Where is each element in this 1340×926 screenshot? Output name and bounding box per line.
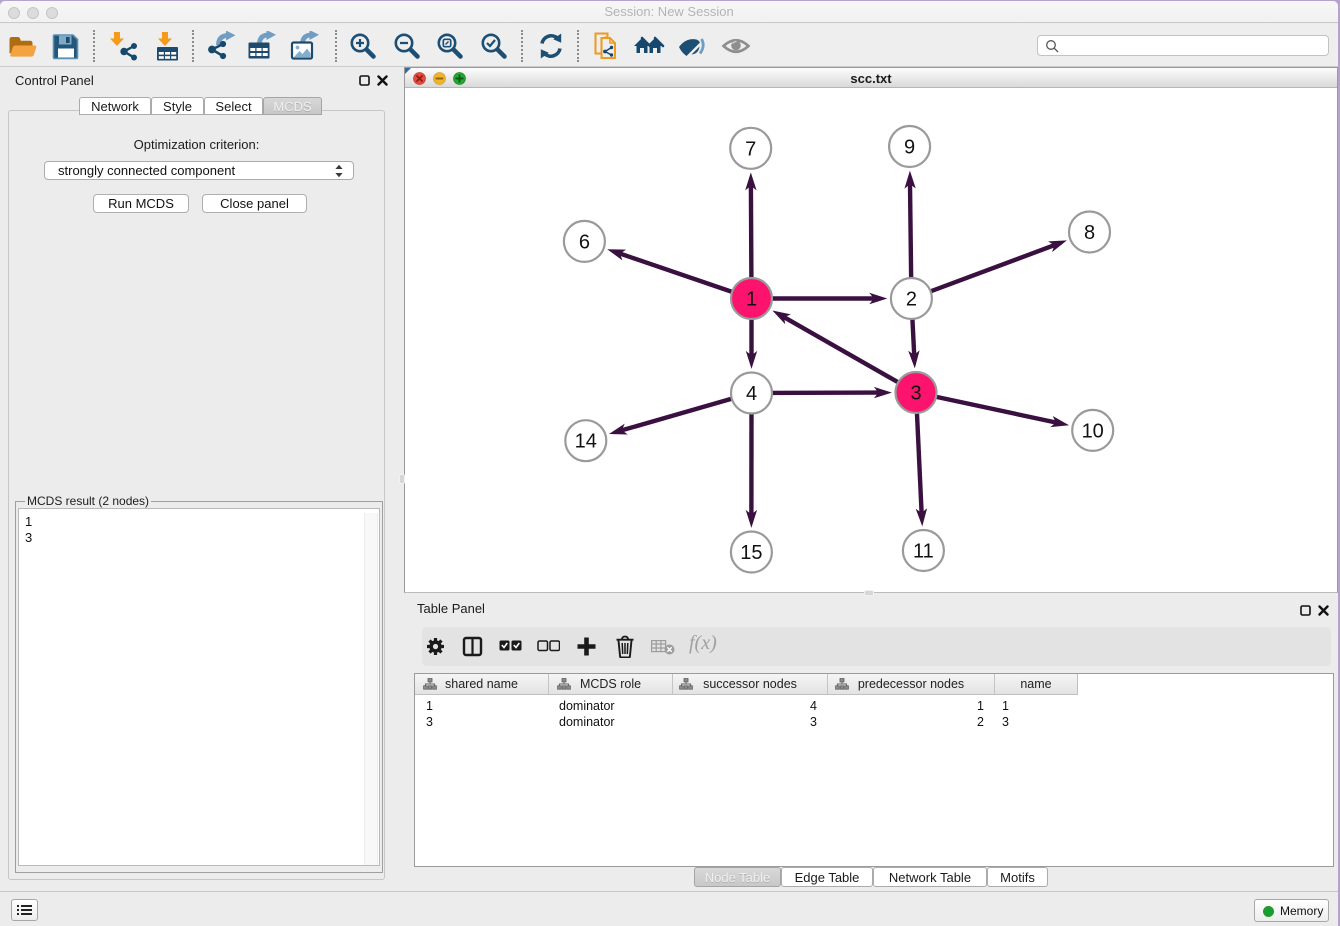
svg-text:6: 6 <box>579 231 590 253</box>
svg-text:1: 1 <box>746 289 757 311</box>
svg-text:14: 14 <box>575 431 597 453</box>
svg-text:2: 2 <box>906 289 917 311</box>
svg-text:11: 11 <box>913 541 934 563</box>
svg-text:7: 7 <box>745 138 756 160</box>
svg-text:10: 10 <box>1082 420 1104 442</box>
svg-text:4: 4 <box>746 383 757 405</box>
svg-text:15: 15 <box>740 542 762 564</box>
svg-text:8: 8 <box>1084 222 1095 244</box>
svg-text:3: 3 <box>910 383 921 405</box>
svg-text:9: 9 <box>904 137 915 159</box>
